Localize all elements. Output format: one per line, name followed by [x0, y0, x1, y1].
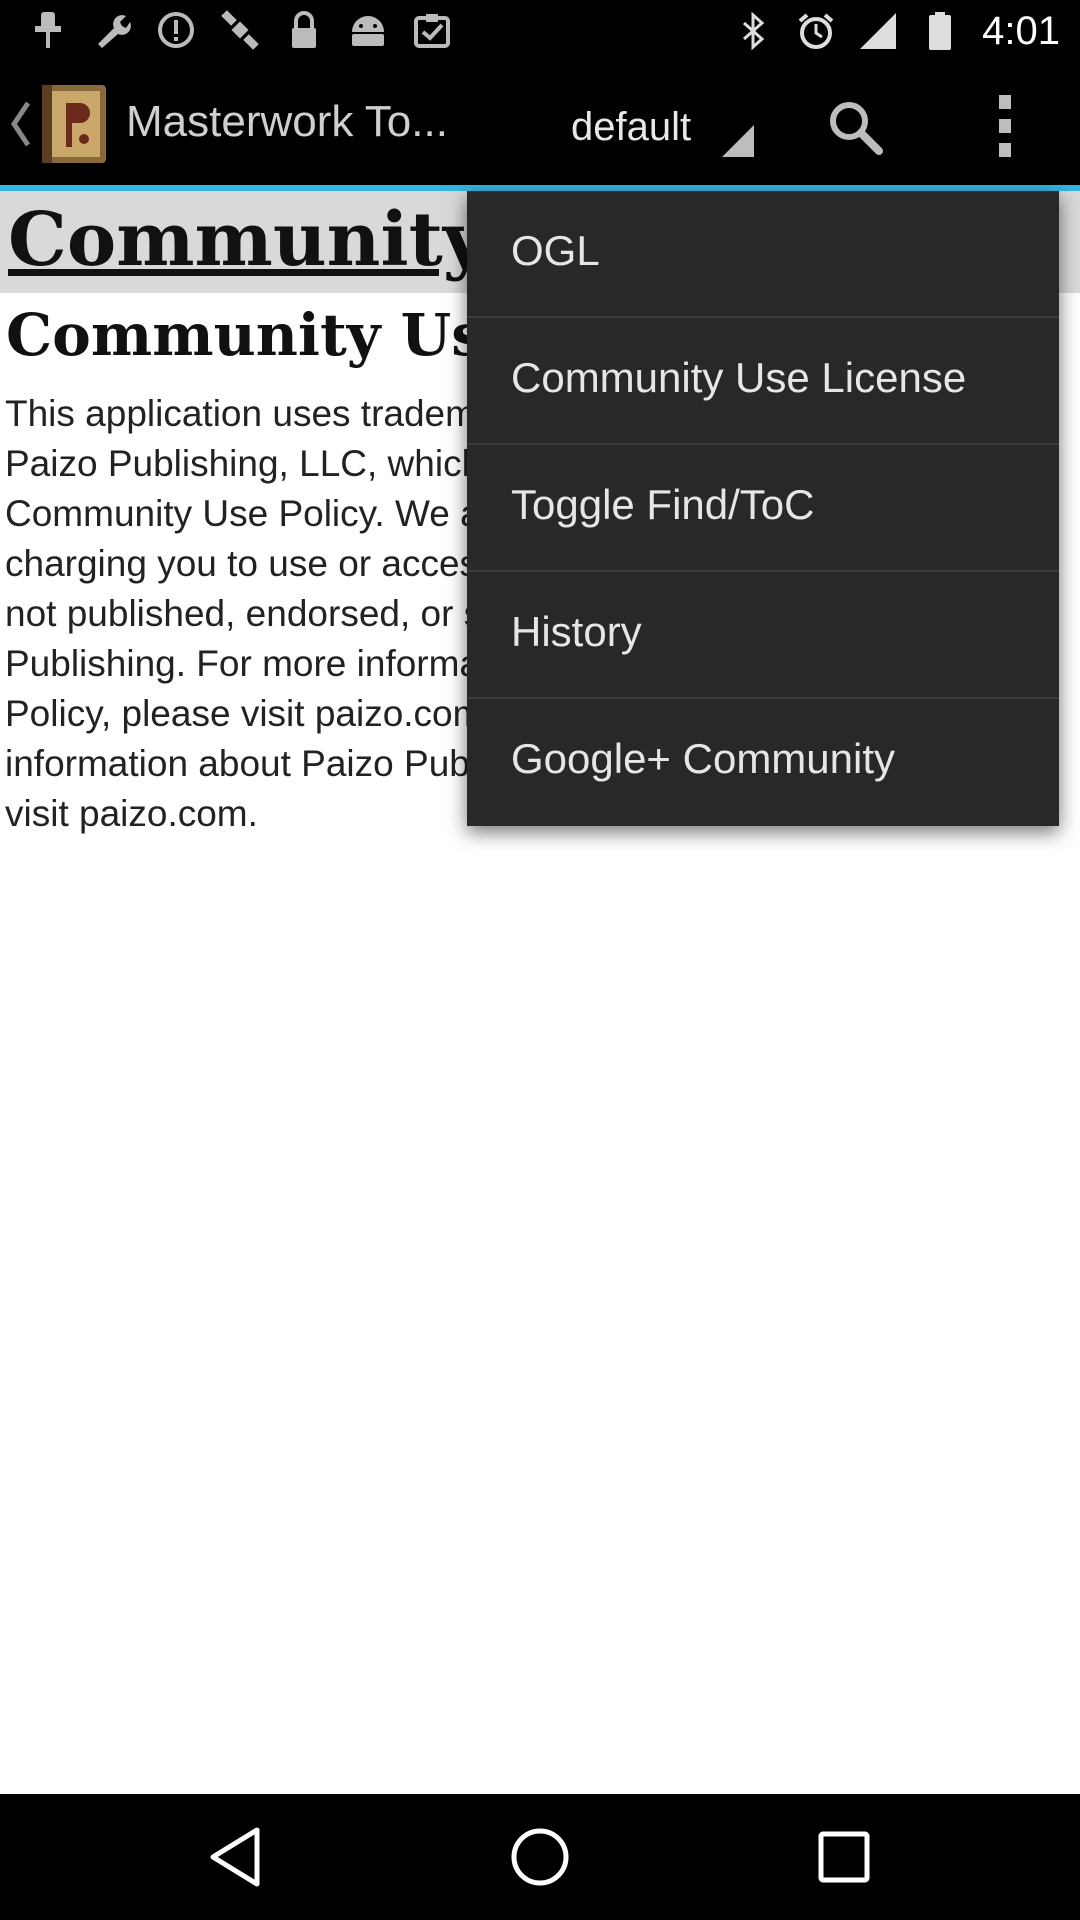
- spinner-dropdown-icon: [722, 125, 754, 157]
- status-bar: 4:01: [0, 0, 1080, 63]
- menu-item-google-plus-community[interactable]: Google+ Community: [467, 699, 1059, 826]
- menu-item-toggle-find-toc[interactable]: Toggle Find/ToC: [467, 445, 1059, 572]
- battery-icon: [920, 11, 960, 51]
- spinner-value: default: [571, 105, 692, 149]
- menu-item-label: OGL: [511, 227, 600, 274]
- system-icons: 4:01: [734, 6, 1060, 56]
- back-triangle-icon[interactable]: [201, 1822, 271, 1892]
- lock-icon: [284, 10, 324, 50]
- navigation-bar: [0, 1794, 1080, 1920]
- menu-item-history[interactable]: History: [467, 572, 1059, 699]
- clock-time: 4:01: [982, 9, 1060, 53]
- menu-item-community-use-license[interactable]: Community Use License: [467, 318, 1059, 445]
- clipboard-check-icon: [412, 10, 452, 50]
- notification-pin-icon: [28, 10, 68, 50]
- menu-item-label: Google+ Community: [511, 735, 896, 782]
- overflow-menu-icon[interactable]: [980, 93, 1030, 159]
- bluetooth-icon: [734, 11, 774, 51]
- menu-item-label: Community Use License: [511, 354, 967, 401]
- search-icon[interactable]: [825, 97, 885, 157]
- alarm-icon: [796, 11, 836, 51]
- menu-item-ogl[interactable]: OGL: [467, 191, 1059, 318]
- home-circle-icon[interactable]: [505, 1822, 575, 1892]
- action-bar: Masterwork To... default: [0, 63, 1080, 191]
- android-icon: [348, 10, 388, 50]
- wrench-icon: [92, 10, 132, 50]
- overflow-popup-menu: OGL Community Use License Toggle Find/To…: [467, 191, 1059, 826]
- profile-spinner[interactable]: default: [570, 97, 760, 161]
- app-title[interactable]: Masterwork To...: [126, 97, 448, 147]
- notification-icons: [28, 10, 452, 50]
- satellite-icon: [220, 10, 260, 50]
- app-book-icon[interactable]: [40, 83, 108, 165]
- menu-item-label: Toggle Find/ToC: [511, 481, 815, 528]
- menu-item-label: History: [511, 608, 642, 655]
- signal-icon: [858, 11, 898, 51]
- info-icon: [156, 10, 196, 50]
- back-chevron-icon[interactable]: [10, 99, 32, 149]
- recents-square-icon[interactable]: [809, 1822, 879, 1892]
